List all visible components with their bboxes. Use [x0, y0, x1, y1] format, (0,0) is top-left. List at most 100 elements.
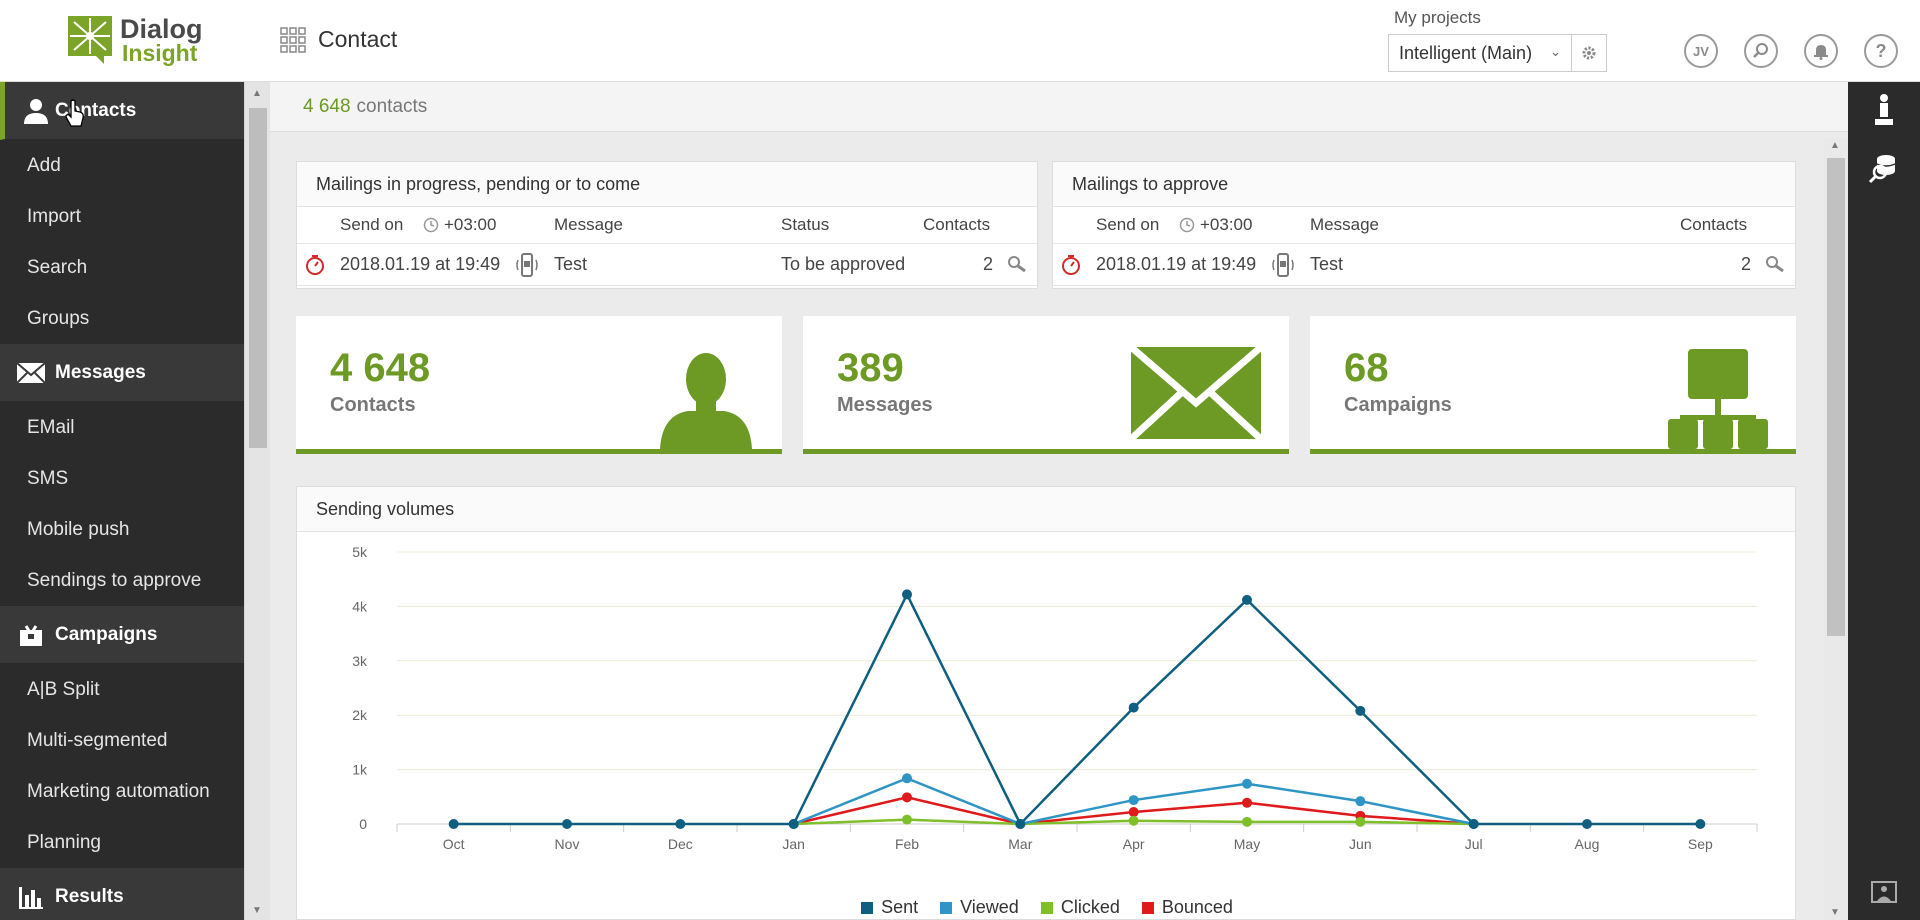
table-header: Send on +03:00 Message Contacts — [1053, 207, 1795, 244]
sidebar-item-groups[interactable]: Groups — [0, 293, 244, 344]
main-scrollbar[interactable]: ▲ ▼ — [1824, 138, 1848, 920]
legend-item-bounced[interactable]: Bounced — [1141, 897, 1233, 918]
data-point-sent — [1128, 702, 1139, 713]
row-date: 2018.01.19 at 19:49 — [340, 254, 501, 274]
help-button[interactable]: ? — [1864, 34, 1898, 68]
tools-button[interactable] — [1866, 92, 1902, 128]
sidebar-section-results[interactable]: Results — [0, 868, 244, 920]
timer-icon — [305, 244, 325, 285]
row-message[interactable]: Test — [554, 244, 587, 285]
chevron-down-icon: ⌄ — [1550, 44, 1561, 59]
data-point-sent — [1015, 819, 1026, 829]
sidebar-scrollbar[interactable]: ▲ ▼ — [244, 82, 270, 920]
sidebar-item-add[interactable]: Add — [0, 140, 244, 191]
data-point-sent — [1468, 819, 1479, 829]
person-icon — [660, 353, 752, 449]
row-message[interactable]: Test — [1310, 244, 1343, 285]
x-tick-label: Dec — [668, 836, 693, 852]
search-icon[interactable] — [1765, 244, 1785, 285]
x-tick-label: Aug — [1575, 836, 1600, 852]
stat-card-contacts[interactable]: 4 648 Contacts — [296, 316, 782, 454]
data-point-clicked — [902, 814, 912, 825]
legend-label: Sent — [881, 897, 919, 917]
mailings-in-progress-panel: Mailings in progress, pending or to come… — [296, 161, 1038, 289]
apps-grid-icon[interactable] — [280, 26, 306, 53]
panel-title: Mailings to approve — [1053, 162, 1795, 207]
col-timezone: +03:00 — [1179, 207, 1252, 243]
row-contacts: 2 — [983, 254, 994, 274]
data-point-viewed — [1355, 796, 1366, 807]
table-row[interactable]: 2018.01.19 at 19:49 Test 2 — [1053, 244, 1795, 286]
col-timezone: +03:00 — [423, 207, 496, 243]
scroll-down-icon[interactable]: ▼ — [252, 905, 262, 916]
scroll-down-icon[interactable]: ▼ — [1830, 907, 1840, 918]
scroll-up-icon[interactable]: ▲ — [1830, 140, 1840, 151]
project-select-value: Intelligent (Main) — [1399, 42, 1533, 63]
data-point-sent — [1582, 819, 1592, 829]
sidebar: Contacts Add Import Search Groups Messag… — [0, 82, 244, 920]
sidebar-item-search[interactable]: Search — [0, 242, 244, 293]
database-search-button[interactable] — [1866, 150, 1902, 186]
sidebar-item-import[interactable]: Import — [0, 191, 244, 242]
sidebar-section-label: Results — [55, 885, 124, 907]
sidebar-item-ab-split[interactable]: A|B Split — [0, 664, 244, 715]
project-select[interactable]: Intelligent (Main) ⌄ — [1388, 34, 1572, 72]
legend-item-viewed[interactable]: Viewed — [940, 897, 1019, 918]
data-point-sent — [675, 819, 686, 829]
workflow-icon — [1668, 349, 1768, 449]
data-point-sent — [788, 819, 799, 829]
search-icon[interactable] — [1007, 244, 1027, 285]
legend-label: Bounced — [1161, 897, 1233, 917]
user-avatar-button[interactable]: JV — [1684, 34, 1718, 68]
projects-label: My projects — [1394, 8, 1481, 27]
sidebar-section-messages[interactable]: Messages — [0, 344, 244, 402]
bell-icon — [1814, 45, 1828, 60]
stat-value: 4 648 — [330, 346, 431, 390]
sidebar-item-email[interactable]: EMail — [0, 402, 244, 453]
stat-card-campaigns[interactable]: 68 Campaigns — [1310, 316, 1796, 454]
x-tick-label: Sep — [1688, 836, 1713, 852]
sidebar-item-multi-segmented[interactable]: Multi-segmented — [0, 715, 244, 766]
sidebar-item-planning[interactable]: Planning — [0, 817, 244, 868]
logo-mark-icon — [68, 16, 112, 64]
screen-share-button[interactable] — [1866, 874, 1902, 910]
x-tick-label: Apr — [1123, 836, 1145, 852]
scroll-up-icon[interactable]: ▲ — [252, 88, 262, 99]
sidebar-section-contacts[interactable]: Contacts — [0, 82, 244, 140]
data-point-bounced — [1128, 807, 1139, 818]
stat-card-messages[interactable]: 389 Messages — [803, 316, 1289, 454]
sidebar-section-campaigns[interactable]: Campaigns — [0, 606, 244, 664]
sidebar-item-mobile-push[interactable]: Mobile push — [0, 504, 244, 555]
bishop-icon — [1875, 94, 1893, 125]
sidebar-scroll-thumb[interactable] — [249, 108, 267, 448]
table-row[interactable]: 2018.01.19 at 19:49 Test To be approved … — [297, 244, 1037, 286]
col-message: Message — [554, 215, 623, 234]
series-line-sent — [453, 591, 1701, 827]
y-tick-label: 1k — [352, 762, 368, 778]
sidebar-item-marketing-automation[interactable]: Marketing automation — [0, 766, 244, 817]
sidebar-item-sms[interactable]: SMS — [0, 453, 244, 504]
presentation-icon — [1871, 881, 1897, 903]
right-rail — [1848, 82, 1920, 920]
mobile-push-icon — [514, 244, 540, 285]
row-status: To be approved — [781, 254, 906, 274]
sidebar-item-sendings-to-approve[interactable]: Sendings to approve — [0, 555, 244, 606]
stat-value: 389 — [837, 346, 904, 390]
main-scroll-thumb[interactable] — [1827, 158, 1845, 636]
y-tick-label: 3k — [352, 653, 368, 669]
sending-volumes-panel: Sending volumes 0 1k 2k 3k 4k 5k Oct Nov Dec Jan F… — [296, 486, 1796, 920]
dialog-insight-logo[interactable]: Dialog Insight — [66, 14, 216, 68]
notifications-button[interactable] — [1804, 34, 1838, 68]
search-icon — [1753, 43, 1768, 58]
search-button[interactable] — [1744, 34, 1778, 68]
bar-chart-icon — [16, 882, 46, 912]
clock-icon — [423, 217, 439, 233]
row-date: 2018.01.19 at 19:49 — [1096, 254, 1257, 274]
project-settings-button[interactable] — [1571, 34, 1607, 72]
chart-legend: Sent Viewed Clicked Bounced — [297, 897, 1797, 918]
sidebar-section-label: Campaigns — [55, 623, 158, 645]
legend-item-clicked[interactable]: Clicked — [1040, 897, 1120, 918]
legend-item-sent[interactable]: Sent — [861, 897, 918, 918]
mobile-push-icon — [1270, 244, 1296, 285]
col-send-on: Send on — [340, 215, 404, 234]
